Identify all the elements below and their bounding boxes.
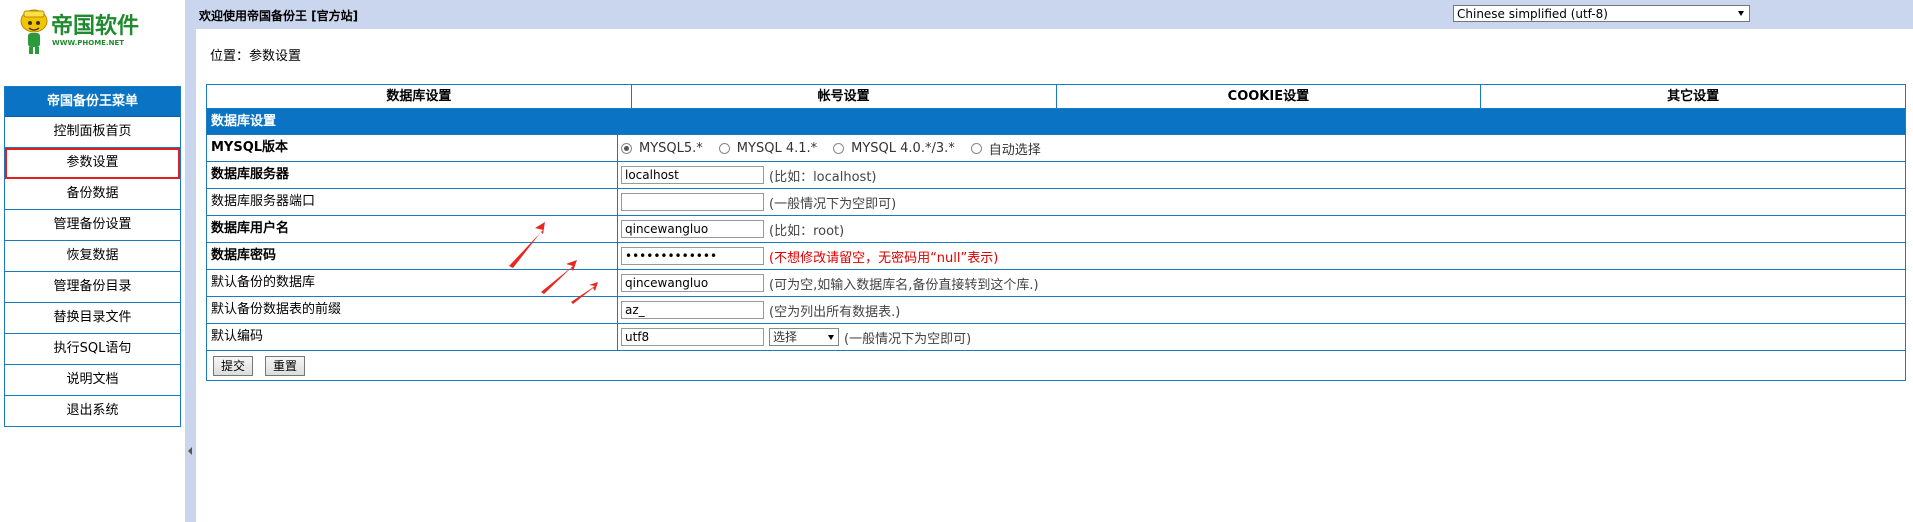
db-port-hint: (一般情况下为空即可) <box>769 196 897 212</box>
tab-cookie-settings[interactable]: COOKIE设置 <box>1057 85 1482 108</box>
radio-mysql41-label: MYSQL 4.1.* <box>736 140 818 156</box>
mysql-version-row: MYSQL版本 MYSQL5.* MYSQL 4.1.* MYSQL 4.0.*… <box>207 134 1905 161</box>
db-port-input[interactable] <box>621 193 764 211</box>
charset-hint: (一般情况下为空即可) <box>844 331 972 347</box>
radio-unchecked-icon <box>970 142 982 154</box>
db-password-row: 数据库密码 (不想修改请留空，无密码用“null”表示) <box>207 242 1905 269</box>
form-buttons: 提交 重置 <box>207 350 1905 380</box>
charset-select[interactable]: 选择 <box>769 328 839 346</box>
sidebar-item-docs[interactable]: 说明文档 <box>5 365 180 396</box>
top-bar: 欢迎使用帝国备份王 [官方站] Chinese simplified (utf-… <box>196 0 1913 29</box>
radio-mysql5[interactable]: MYSQL5.* <box>621 141 703 156</box>
brand-logo: 帝国软件 WWW.PHOME.NET <box>18 4 168 58</box>
db-server-label: 数据库服务器 <box>207 162 618 188</box>
db-password-input[interactable] <box>621 247 764 265</box>
sidebar: 帝国软件 WWW.PHOME.NET 帝国备份王菜单 控制面板首页 参数设置 备… <box>0 0 185 522</box>
logo-url-text: WWW.PHOME.NET <box>52 39 124 47</box>
main-content: 位置：参数设置 数据库设置 帐号设置 COOKIE设置 其它设置 数据库设置 M… <box>196 29 1913 522</box>
sidebar-item-replace-dir-files[interactable]: 替换目录文件 <box>5 303 180 334</box>
db-user-hint: (比如：root) <box>769 223 845 239</box>
section-title: 数据库设置 <box>207 109 1905 134</box>
default-db-hint: (可为空,如输入数据库名,备份直接转到这个库.) <box>769 277 1039 293</box>
language-select-value: Chinese simplified (utf-8) <box>1457 7 1608 21</box>
charset-row: 默认编码 选择 (一般情况下为空即可) <box>207 323 1905 350</box>
db-user-input[interactable] <box>621 220 764 238</box>
breadcrumb: 位置：参数设置 <box>210 49 302 64</box>
tab-account-settings[interactable]: 帐号设置 <box>632 85 1057 108</box>
annotation-arrows-icon <box>509 222 598 304</box>
tab-database-settings[interactable]: 数据库设置 <box>207 85 632 108</box>
radio-mysql41[interactable]: MYSQL 4.1.* <box>718 140 818 156</box>
radio-unchecked-icon <box>718 142 730 154</box>
radio-unchecked-icon <box>833 142 845 154</box>
table-prefix-hint: (空为列出所有数据表.) <box>769 304 901 320</box>
db-user-row: 数据库用户名 (比如：root) <box>207 215 1905 242</box>
db-server-hint: (比如：localhost) <box>769 169 877 185</box>
default-db-row: 默认备份的数据库 (可为空,如输入数据库名,备份直接转到这个库.) <box>207 269 1905 296</box>
sidebar-menu-title: 帝国备份王菜单 <box>5 87 180 117</box>
db-server-input[interactable] <box>621 166 764 184</box>
sidebar-item-manage-backup-dir[interactable]: 管理备份目录 <box>5 272 180 303</box>
frame-splitter[interactable] <box>185 0 196 522</box>
sidebar-item-settings[interactable]: 参数设置 <box>5 148 180 179</box>
mysql-version-label: MYSQL版本 <box>207 135 618 161</box>
radio-mysql5-label: MYSQL5.* <box>639 140 703 156</box>
radio-mysql40-label: MYSQL 4.0.*/3.* <box>851 140 955 156</box>
radio-auto-label: 自动选择 <box>988 142 1041 158</box>
sidebar-item-restore-data[interactable]: 恢复数据 <box>5 241 180 272</box>
settings-tabs: 数据库设置 帐号设置 COOKIE设置 其它设置 <box>206 84 1906 109</box>
sidebar-menu: 帝国备份王菜单 控制面板首页 参数设置 备份数据 管理备份设置 恢复数据 管理备… <box>4 86 181 427</box>
collapse-arrow-icon[interactable] <box>188 447 192 455</box>
charset-label: 默认编码 <box>207 324 618 350</box>
radio-auto[interactable]: 自动选择 <box>970 139 1041 158</box>
database-settings-form: 数据库设置 MYSQL版本 MYSQL5.* MYSQL 4.1.* MYSQL… <box>206 109 1906 381</box>
db-password-hint: (不想修改请留空，无密码用“null”表示) <box>769 250 999 266</box>
submit-button[interactable]: 提交 <box>213 355 254 376</box>
sidebar-item-control-panel[interactable]: 控制面板首页 <box>5 117 180 148</box>
radio-checked-icon <box>621 142 632 154</box>
chevron-down-icon <box>828 335 834 340</box>
chevron-down-icon <box>1738 11 1744 16</box>
language-select[interactable]: Chinese simplified (utf-8) <box>1453 5 1750 22</box>
welcome-text: 欢迎使用帝国备份王 [官方站] <box>199 9 359 23</box>
sidebar-item-execute-sql[interactable]: 执行SQL语句 <box>5 334 180 365</box>
table-prefix-input[interactable] <box>621 301 764 319</box>
logo-brand-text: 帝国软件 <box>51 13 139 39</box>
tab-other-settings[interactable]: 其它设置 <box>1481 85 1905 108</box>
charset-input[interactable] <box>621 328 764 346</box>
db-port-row: 数据库服务器端口 (一般情况下为空即可) <box>207 188 1905 215</box>
charset-select-value: 选择 <box>773 330 798 344</box>
sidebar-item-logout[interactable]: 退出系统 <box>5 396 180 427</box>
logo-mascot-icon: 帝国软件 WWW.PHOME.NET <box>20 9 139 54</box>
db-port-label: 数据库服务器端口 <box>207 189 618 215</box>
radio-mysql40[interactable]: MYSQL 4.0.*/3.* <box>833 141 955 156</box>
reset-button[interactable]: 重置 <box>265 355 306 376</box>
default-db-input[interactable] <box>621 274 764 292</box>
sidebar-item-manage-backup-settings[interactable]: 管理备份设置 <box>5 210 180 241</box>
db-server-row: 数据库服务器 (比如：localhost) <box>207 161 1905 188</box>
table-prefix-row: 默认备份数据表的前缀 (空为列出所有数据表.) <box>207 296 1905 323</box>
sidebar-item-backup-data[interactable]: 备份数据 <box>5 179 180 210</box>
